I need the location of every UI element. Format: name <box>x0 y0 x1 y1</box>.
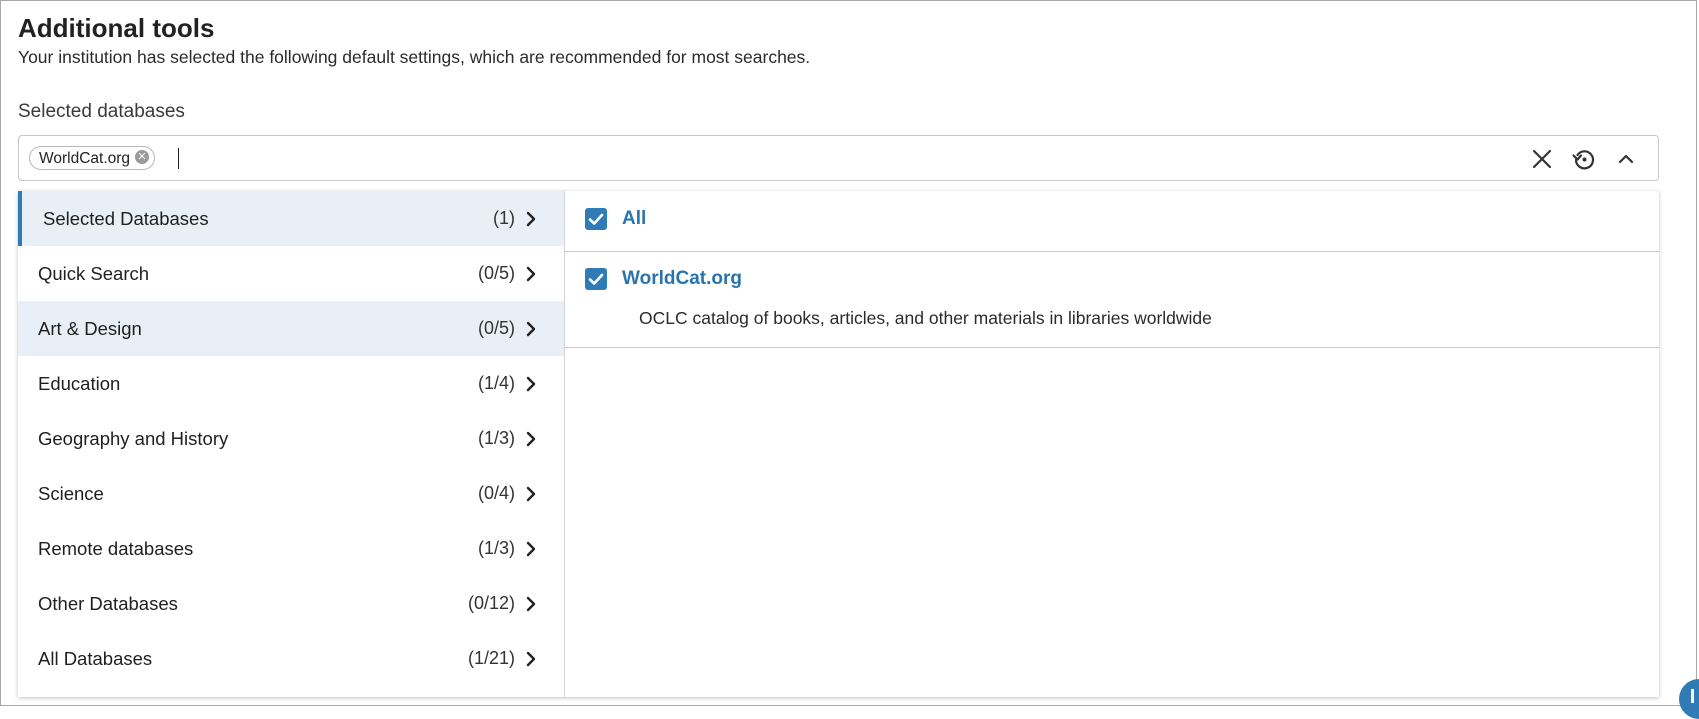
category-label: Other Databases <box>38 593 178 614</box>
chevron-right-icon <box>526 486 536 502</box>
databases-dropdown: Selected Databases (1) Quick Search (0/5… <box>18 191 1659 697</box>
chevron-right-icon <box>526 266 536 282</box>
chevron-right-icon <box>526 321 536 337</box>
category-other-databases[interactable]: Other Databases (0/12) <box>18 576 564 631</box>
history-reset-icon[interactable] <box>1571 146 1597 172</box>
category-label: Science <box>38 483 104 504</box>
category-label: Quick Search <box>38 263 150 284</box>
category-count: (1/3) <box>477 538 515 558</box>
chip-label: WorldCat.org <box>39 150 131 167</box>
category-count: (1/4) <box>477 373 515 393</box>
chevron-right-icon <box>526 541 536 557</box>
category-remote-databases[interactable]: Remote databases (1/3) <box>18 521 564 576</box>
category-label: Selected Databases <box>43 208 209 229</box>
checkmark-icon <box>588 213 604 225</box>
category-art-design[interactable]: Art & Design (0/5) <box>18 301 564 356</box>
chevron-right-icon <box>526 431 536 447</box>
category-count: (1/3) <box>477 428 515 448</box>
circle-x-icon[interactable]: ✕ <box>135 150 150 164</box>
category-count: (1) <box>493 208 515 228</box>
database-name[interactable]: WorldCat.org <box>622 268 742 290</box>
category-science[interactable]: Science (0/4) <box>18 466 564 521</box>
database-description: OCLC catalog of books, articles, and oth… <box>639 308 1212 328</box>
category-education[interactable]: Education (1/4) <box>18 356 564 411</box>
category-geography-history[interactable]: Geography and History (1/3) <box>18 411 564 466</box>
category-label: Geography and History <box>38 428 229 449</box>
chevron-right-icon <box>526 651 536 667</box>
help-button[interactable] <box>1679 679 1699 719</box>
select-all-row: All <box>565 191 1659 252</box>
category-count: (0/12) <box>467 593 515 613</box>
app-frame: Additional tools Your institution has se… <box>0 0 1699 719</box>
selected-database-chip: WorldCat.org ✕ <box>29 146 156 170</box>
select-all-label[interactable]: All <box>622 208 646 230</box>
chevron-right-icon <box>526 376 536 392</box>
category-label: Art & Design <box>38 318 142 339</box>
category-list: Selected Databases (1) Quick Search (0/5… <box>18 191 565 697</box>
category-count: (0/4) <box>477 483 515 503</box>
database-checkbox[interactable] <box>585 268 607 290</box>
category-label: Education <box>38 373 121 394</box>
category-quick-search[interactable]: Quick Search (0/5) <box>18 246 564 301</box>
database-panel: All WorldCat.org OCLC catalog of books, … <box>565 191 1659 697</box>
database-row: WorldCat.org OCLC catalog of books, arti… <box>565 252 1659 348</box>
chevron-right-icon <box>526 211 536 227</box>
select-all-checkbox[interactable] <box>585 208 607 230</box>
page-title: Additional tools <box>18 13 215 43</box>
category-label: Remote databases <box>38 538 194 559</box>
category-selected-databases[interactable]: Selected Databases (1) <box>18 191 564 246</box>
category-count: (0/5) <box>477 263 515 283</box>
category-all-databases[interactable]: All Databases (1/21) <box>18 631 564 686</box>
category-label: All Databases <box>38 648 153 669</box>
databases-multiselect[interactable]: WorldCat.org ✕ <box>18 135 1659 181</box>
close-icon[interactable] <box>1529 146 1555 172</box>
category-count: (1/21) <box>467 648 515 668</box>
text-caret <box>178 148 179 169</box>
selected-databases-label: Selected databases <box>18 101 185 122</box>
page-subtitle: Your institution has selected the follow… <box>18 47 811 67</box>
category-count: (0/5) <box>477 318 515 338</box>
chevron-up-icon[interactable] <box>1613 146 1639 172</box>
chevron-right-icon <box>526 596 536 612</box>
checkmark-icon <box>588 273 604 285</box>
